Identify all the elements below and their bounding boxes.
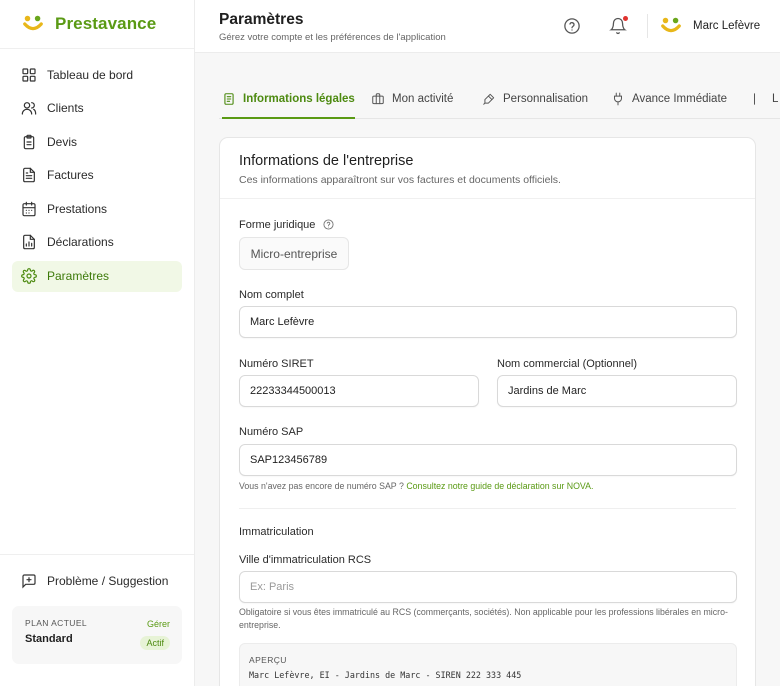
page-subtitle: Gérez votre compte et les préférences de…: [219, 32, 446, 43]
legal-form-label-text: Forme juridique: [239, 219, 316, 231]
tab-label: Informations légales: [243, 93, 355, 105]
manage-plan-link[interactable]: Gérer: [147, 619, 170, 629]
page-title: Paramètres: [219, 11, 304, 28]
tab-mon-activite[interactable]: Mon activité: [371, 80, 453, 118]
sidebar-footer: Problème / Suggestion PLAN ACTUEL Standa…: [0, 554, 194, 686]
users-icon: [21, 102, 37, 115]
help-icon[interactable]: [563, 17, 581, 35]
siret-field[interactable]: [239, 375, 479, 407]
header-divider: [647, 14, 648, 38]
sidebar-nav: Tableau de bord Clients Devis Factures P…: [0, 49, 194, 292]
tab-label: Avance Immédiate: [632, 93, 728, 105]
file-chart-icon: [23, 235, 35, 250]
sap-hint-text: Vous n'avez pas encore de numéro SAP ?: [239, 481, 407, 491]
sidebar-item-devis[interactable]: Devis: [12, 126, 182, 157]
brand-logo-icon: [23, 15, 43, 31]
sap-field[interactable]: [239, 444, 737, 476]
tab-avance-immediate[interactable]: Avance Immédiate: [611, 80, 727, 118]
company-info-card: Informations de l'entreprise Ces informa…: [219, 137, 756, 686]
plan-status-badge: Actif: [140, 636, 170, 650]
brand[interactable]: Prestavance: [0, 0, 194, 49]
message-plus-icon: [22, 573, 36, 588]
sidebar-item-label: Déclarations: [47, 235, 114, 250]
full-name-label: Nom complet: [239, 289, 304, 301]
sidebar-item-label: Tableau de bord: [47, 67, 134, 82]
tab-informations-legales[interactable]: Informations légales: [222, 80, 355, 119]
info-circle-icon[interactable]: [323, 219, 335, 230]
preview-box: APERÇU Marc Lefèvre, EI - Jardins de Mar…: [239, 643, 737, 686]
sidebar: Prestavance Tableau de bord Clients Devi…: [0, 0, 195, 686]
avatar[interactable]: [660, 15, 682, 37]
sap-label: Numéro SAP: [239, 426, 304, 438]
top-header: Paramètres Gérez votre compte et les pré…: [195, 0, 780, 53]
sap-hint: Vous n'avez pas encore de numéro SAP ? C…: [239, 480, 593, 493]
sidebar-item-parametres[interactable]: Paramètres: [12, 260, 182, 292]
notification-dot: [623, 16, 628, 21]
user-name[interactable]: Marc Lefèvre: [693, 20, 760, 32]
preview-text: Marc Lefèvre, EI - Jardins de Marc - SIR…: [249, 670, 522, 680]
tab-label: Mon activité: [392, 93, 454, 105]
tab-label: L: [772, 93, 779, 105]
feedback-button[interactable]: Problème / Suggestion: [0, 554, 194, 606]
sidebar-item-label: Paramètres: [47, 269, 110, 284]
rcs-city-label: Ville d'immatriculation RCS: [239, 554, 372, 566]
dashboard-icon: [22, 67, 36, 82]
rcs-city-field[interactable]: [239, 571, 737, 603]
calendar-icon: [22, 201, 36, 217]
document-icon: [224, 93, 234, 105]
sidebar-item-dashboard[interactable]: Tableau de bord: [12, 59, 182, 90]
brush-icon: [483, 93, 495, 105]
sidebar-item-factures[interactable]: Factures: [12, 160, 182, 191]
sidebar-item-label: Factures: [47, 168, 94, 183]
full-name-field[interactable]: [239, 306, 737, 338]
sidebar-item-label: Clients: [47, 101, 84, 116]
card-title: Informations de l'entreprise: [239, 153, 414, 169]
briefcase-icon: [372, 93, 384, 105]
clipboard-icon: [23, 134, 35, 149]
nova-guide-link[interactable]: Consultez notre guide de déclaration sur…: [406, 481, 593, 491]
card-header: Informations de l'entreprise Ces informa…: [220, 138, 755, 199]
tab-label: Personnalisation: [503, 93, 589, 105]
plug-icon: [614, 92, 622, 106]
sidebar-item-label: Devis: [47, 134, 78, 149]
invoice-icon: [23, 168, 35, 183]
legal-form-value: Micro-entreprise: [239, 237, 349, 270]
siret-label: Numéro SIRET: [239, 358, 314, 370]
gear-icon: [21, 268, 37, 284]
sidebar-item-label: Prestations: [47, 201, 108, 216]
tab-personnalisation[interactable]: Personnalisation: [482, 80, 588, 118]
brand-name: Prestavance: [55, 14, 157, 33]
sidebar-item-prestations[interactable]: Prestations: [12, 193, 182, 224]
rcs-hint: Obligatoire si vous êtes immatriculé au …: [239, 607, 728, 630]
preview-label: APERÇU: [249, 655, 287, 665]
trade-name-field[interactable]: [497, 375, 737, 407]
registration-section-title: Immatriculation: [239, 526, 314, 538]
trade-name-label: Nom commercial (Optionnel): [497, 358, 637, 370]
sidebar-item-declarations[interactable]: Déclarations: [12, 227, 182, 258]
tab-truncated[interactable]: L: [751, 80, 778, 118]
sidebar-item-clients[interactable]: Clients: [12, 93, 182, 124]
card-subtitle: Ces informations apparaîtront sur vos fa…: [239, 174, 561, 186]
truncated-tab-icon: [754, 93, 755, 105]
feedback-label: Problème / Suggestion: [47, 573, 169, 588]
plan-card: PLAN ACTUEL Standard Gérer Actif: [12, 606, 182, 664]
legal-form-label: Forme juridique: [239, 219, 335, 231]
settings-tabs: Informations légales Mon activité Person…: [219, 80, 780, 119]
section-divider: [239, 508, 736, 509]
